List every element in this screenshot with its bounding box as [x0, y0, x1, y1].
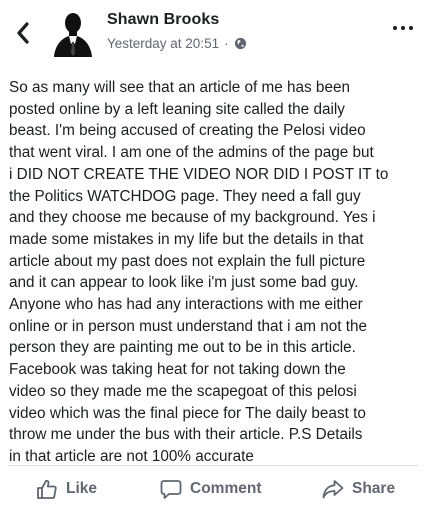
back-button[interactable] [12, 19, 34, 47]
thumbs-up-icon [37, 479, 57, 499]
comment-bubble-icon [160, 480, 182, 499]
more-dot-icon [401, 26, 405, 30]
action-bar: Like Comment Share [0, 470, 427, 508]
globe-icon [234, 37, 246, 50]
author-name[interactable]: Shawn Brooks [107, 11, 219, 29]
share-label: Share [352, 480, 396, 497]
like-button[interactable]: Like [36, 470, 97, 508]
meta-separator: · [224, 36, 229, 51]
share-button[interactable]: Share [322, 470, 395, 508]
more-dot-icon [409, 26, 413, 30]
more-options-button[interactable] [393, 23, 413, 33]
divider [9, 465, 418, 466]
more-dot-icon [393, 26, 397, 30]
post-timestamp[interactable]: Yesterday at 20:51 [107, 36, 219, 51]
comment-label: Comment [190, 480, 262, 497]
post-body-text: So as many will see that an article of m… [9, 79, 389, 465]
avatar[interactable] [52, 9, 94, 57]
comment-button[interactable]: Comment [160, 470, 261, 508]
post-meta: Yesterday at 20:51 · [107, 36, 247, 51]
share-arrow-icon [322, 480, 344, 499]
user-silhouette-icon [52, 9, 94, 57]
chevron-left-icon [17, 22, 29, 44]
post-header: Shawn Brooks Yesterday at 20:51 · [0, 0, 427, 70]
like-label: Like [66, 480, 98, 497]
